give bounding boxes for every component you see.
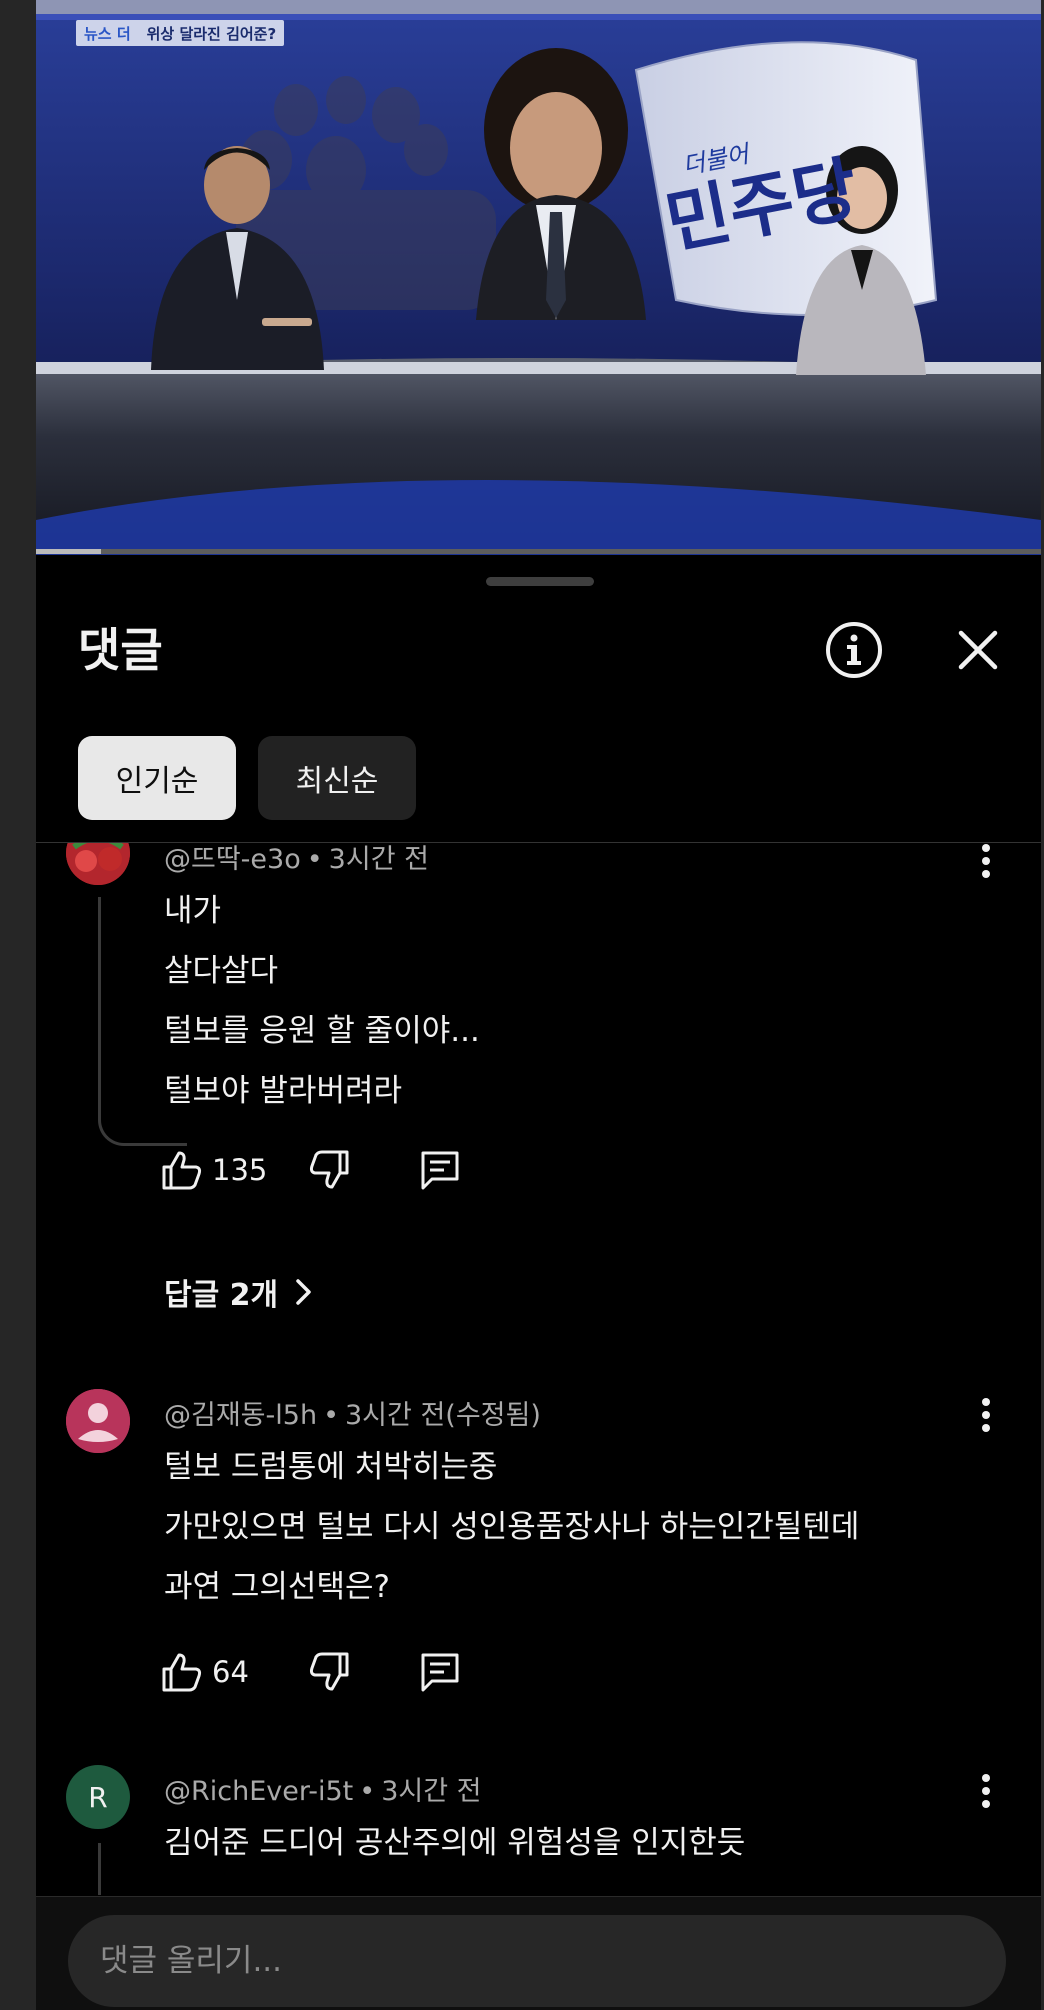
view-replies-button[interactable]: 답글 2개 bbox=[164, 1270, 318, 1314]
reply-button[interactable] bbox=[417, 1650, 463, 1694]
video-progress-fill bbox=[36, 549, 102, 554]
chevron-right-icon bbox=[296, 1279, 311, 1305]
thumbs-down-icon bbox=[309, 1652, 349, 1691]
comment-more-button[interactable] bbox=[966, 1767, 1006, 1815]
comment-text-line: 살다살다 bbox=[164, 953, 279, 989]
comment-author[interactable]: @김재동-l5h bbox=[164, 1400, 317, 1431]
video-player[interactable]: 뉴스 더 위상 달라진 김어준? 더불어 민주당 bbox=[36, 0, 1041, 555]
comment-input[interactable] bbox=[68, 1915, 1006, 2007]
meta-separator: • bbox=[306, 844, 323, 875]
meta-separator: • bbox=[323, 1400, 339, 1431]
comment-text-line: 가만있으면 털보 다시 성인용품장사나 하는인간될텐데 bbox=[164, 1509, 860, 1545]
like-count: 135 bbox=[212, 1153, 268, 1187]
comment-meta: @뜨딱-e3o • 3시간 전 bbox=[164, 843, 429, 876]
avatar-image bbox=[66, 843, 130, 885]
comment-text-line: 과연 그의선택은? bbox=[164, 1569, 390, 1605]
reply-icon bbox=[421, 1653, 459, 1692]
avatar[interactable]: R bbox=[66, 1765, 130, 1829]
like-button[interactable]: 64 bbox=[160, 1650, 249, 1694]
news-headline: 위상 달라진 김어준? bbox=[146, 24, 277, 43]
more-vert-icon bbox=[982, 1398, 990, 1432]
thumbs-up-icon bbox=[162, 1151, 202, 1190]
thread-connector bbox=[98, 1095, 187, 1146]
sort-chip-popular[interactable]: 인기순 bbox=[78, 736, 236, 820]
close-button[interactable] bbox=[946, 618, 1010, 682]
default-avatar-icon bbox=[66, 1389, 130, 1453]
dislike-button[interactable] bbox=[307, 1650, 351, 1694]
info-button[interactable] bbox=[822, 618, 886, 682]
left-edge-strip bbox=[0, 0, 36, 2010]
sheet-title: 댓글 bbox=[78, 623, 163, 677]
thread-line bbox=[98, 1843, 101, 1895]
like-button[interactable]: 135 bbox=[160, 1148, 267, 1192]
comment-author[interactable]: @RichEver-i5t bbox=[164, 1776, 353, 1807]
video-progress-bar[interactable] bbox=[36, 549, 1041, 554]
reply-icon bbox=[421, 1151, 459, 1190]
like-count: 64 bbox=[212, 1655, 249, 1689]
comment-text-line: 털보야 발라버려라 bbox=[164, 1073, 403, 1109]
news-headline-badge: 뉴스 더 위상 달라진 김어준? bbox=[76, 20, 285, 46]
comment-input-bar bbox=[36, 1896, 1041, 2010]
sheet-drag-handle[interactable] bbox=[486, 577, 594, 586]
phone-screen: 뉴스 더 위상 달라진 김어준? 더불어 민주당 댓글 인기순 최신순 @뜨딱-… bbox=[36, 0, 1041, 2010]
video-frame-illustration bbox=[36, 0, 1041, 555]
thumbs-up-icon bbox=[162, 1653, 202, 1692]
thread-line bbox=[98, 897, 101, 1095]
comment-meta: @김재동-l5h • 3시간 전(수정됨) bbox=[164, 1393, 541, 1432]
meta-separator: • bbox=[359, 1776, 376, 1807]
news-tag: 뉴스 더 bbox=[84, 24, 131, 43]
comment-list[interactable]: @뜨딱-e3o • 3시간 전 내가 살다살다 털보를 응원 할 줄이야... 털보… bbox=[36, 843, 1041, 1895]
comment-meta: @RichEver-i5t • 3시간 전 bbox=[164, 1769, 481, 1808]
close-icon bbox=[958, 630, 998, 670]
info-icon bbox=[826, 622, 882, 678]
comment-time: 3시간 전 bbox=[381, 1776, 482, 1807]
sort-chip-newest[interactable]: 최신순 bbox=[258, 736, 416, 820]
avatar[interactable] bbox=[66, 843, 130, 885]
comment-text-line: 김어준 드디어 공산주의에 위험성을 인지한듯 bbox=[164, 1825, 746, 1861]
comment-time: 3시간 전(수정됨) bbox=[345, 1400, 541, 1431]
dislike-button[interactable] bbox=[307, 1148, 351, 1192]
avatar[interactable] bbox=[66, 1389, 130, 1453]
more-vert-icon bbox=[982, 844, 990, 878]
reply-button[interactable] bbox=[417, 1148, 463, 1192]
comment-more-button[interactable] bbox=[966, 1391, 1006, 1439]
comment-author[interactable]: @뜨딱-e3o bbox=[164, 844, 301, 875]
comment-text-line: 내가 bbox=[164, 893, 222, 929]
comment-actions: 135 bbox=[160, 1145, 463, 1195]
comment-text-line: 털보 드럼통에 처박히는중 bbox=[164, 1449, 498, 1485]
comment-more-button[interactable] bbox=[966, 843, 1006, 885]
more-vert-icon bbox=[982, 1774, 990, 1808]
thumbs-down-icon bbox=[310, 1150, 349, 1189]
comment-text-line: 털보를 응원 할 줄이야... bbox=[164, 1013, 480, 1049]
comment-time: 3시간 전 bbox=[328, 844, 429, 875]
comment-actions: 64 bbox=[160, 1647, 463, 1697]
replies-label: 답글 2개 bbox=[164, 1278, 279, 1313]
